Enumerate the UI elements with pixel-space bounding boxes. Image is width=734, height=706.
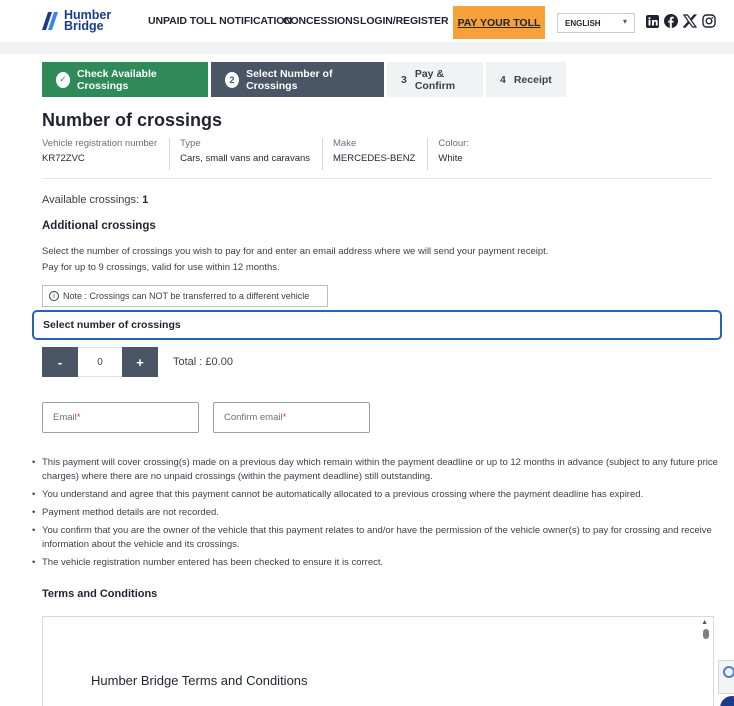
list-item: The vehicle registration number entered … [30, 556, 720, 570]
scroll-up-icon[interactable]: ▲ [701, 619, 708, 626]
available-crossings: Available crossings: 1 [42, 194, 148, 206]
logo-line2: Bridge [64, 19, 104, 33]
step-receipt: 4 Receipt [486, 62, 566, 97]
detail-value: MERCEDES-BENZ [333, 153, 416, 164]
description-line2: Pay for up to 9 crossings, valid for use… [42, 262, 280, 273]
list-item: You understand and agree that this payme… [30, 488, 720, 502]
linkedin-icon[interactable] [644, 12, 660, 30]
transfer-note: i Note : Crossings can NOT be transferre… [42, 285, 328, 307]
step-number: 3 [401, 73, 407, 86]
step-label: Receipt [513, 73, 552, 86]
quantity-stepper: - 0 + Total : £0.00 [42, 347, 233, 377]
step-pay-confirm: 3 Pay & Confirm [387, 62, 483, 97]
detail-colour: Colour: White [438, 138, 481, 170]
required-mark: * [282, 412, 287, 423]
quantity-value[interactable]: 0 [78, 347, 122, 377]
list-item: You confirm that you are the owner of th… [30, 524, 720, 552]
progress-steps: ✓ Check Available Crossings 2 Select Num… [42, 62, 569, 97]
email-field[interactable]: Email * [42, 402, 199, 433]
nav-login-register[interactable]: LOGIN/REGISTER [360, 0, 449, 42]
detail-make: Make MERCEDES-BENZ [333, 138, 429, 170]
header-band [0, 42, 734, 54]
check-icon: ✓ [56, 71, 70, 88]
recaptcha-badge[interactable] [718, 660, 734, 694]
required-mark: * [76, 412, 81, 423]
language-select[interactable]: ENGLISH ▾ [557, 13, 635, 33]
select-crossings-heading: Select number of crossings [32, 310, 722, 340]
terms-title: Humber Bridge Terms and Conditions [91, 673, 308, 688]
decrement-button[interactable]: - [42, 347, 78, 377]
nav-unpaid-toll[interactable]: UNPAID TOLL NOTIFICATION [148, 0, 292, 42]
chevron-down-icon: ▾ [622, 17, 627, 26]
detail-value: KR72ZVC [42, 153, 85, 164]
nav-concessions[interactable]: CONCESSIONS [283, 0, 360, 42]
increment-button[interactable]: + [122, 347, 158, 377]
confirm-email-placeholder: Confirm email [224, 412, 283, 423]
logo-text: Humber Bridge [64, 9, 111, 33]
divider [42, 178, 712, 179]
step-label: Check Available Crossings [76, 67, 157, 92]
humber-bridge-logo[interactable]: Humber Bridge [42, 9, 111, 33]
list-item: This payment will cover crossing(s) made… [30, 456, 720, 484]
additional-crossings-heading: Additional crossings [42, 220, 156, 232]
facebook-icon[interactable] [663, 12, 679, 30]
terms-scroll-box[interactable]: Humber Bridge Terms and Conditions ▲ [42, 616, 714, 706]
list-item: Payment method details are not recorded. [30, 506, 720, 520]
detail-label: Type [180, 138, 201, 149]
instagram-icon[interactable] [701, 12, 717, 30]
description-line1: Select the number of crossings you wish … [42, 246, 549, 257]
detail-registration: Vehicle registration number KR72ZVC [42, 138, 171, 170]
vehicle-details: Vehicle registration number KR72ZVC Type… [42, 138, 491, 170]
step-label: Select Number of Crossings [246, 67, 333, 92]
language-value: ENGLISH [565, 18, 601, 28]
detail-value: White [438, 153, 463, 164]
step-number-badge: 2 [225, 71, 240, 88]
conditions-list: This payment will cover crossing(s) made… [30, 456, 720, 574]
detail-label: Vehicle registration number [42, 138, 158, 149]
step-label: Pay & Confirm [414, 67, 456, 92]
detail-value: Cars, small vans and caravans [180, 153, 311, 164]
total-amount: Total : £0.00 [173, 356, 233, 368]
x-icon[interactable] [682, 12, 698, 30]
step-check-available[interactable]: ✓ Check Available Crossings [42, 62, 208, 97]
recaptcha-icon [723, 665, 734, 678]
detail-label: Colour: [438, 138, 469, 149]
detail-label: Make [333, 138, 357, 149]
terms-heading: Terms and Conditions [42, 588, 158, 600]
bridge-logo-icon [42, 12, 58, 30]
email-placeholder: Email [53, 412, 77, 423]
step-number: 4 [500, 73, 506, 86]
note-text: Note : Crossings can NOT be transferred … [63, 291, 310, 301]
info-icon: i [49, 291, 59, 301]
available-value: 1 [142, 194, 149, 206]
scrollbar-thumb[interactable] [703, 629, 709, 639]
available-label: Available crossings: [42, 194, 140, 206]
confirm-email-field[interactable]: Confirm email * [213, 402, 370, 433]
pay-your-toll-button[interactable]: PAY YOUR TOLL [453, 6, 545, 39]
site-header: Humber Bridge UNPAID TOLL NOTIFICATION C… [0, 0, 734, 42]
detail-type: Type Cars, small vans and caravans [180, 138, 324, 170]
page-title: Number of crossings [42, 110, 223, 130]
step-select-number: 2 Select Number of Crossings [211, 62, 384, 97]
chat-button[interactable] [720, 696, 734, 706]
